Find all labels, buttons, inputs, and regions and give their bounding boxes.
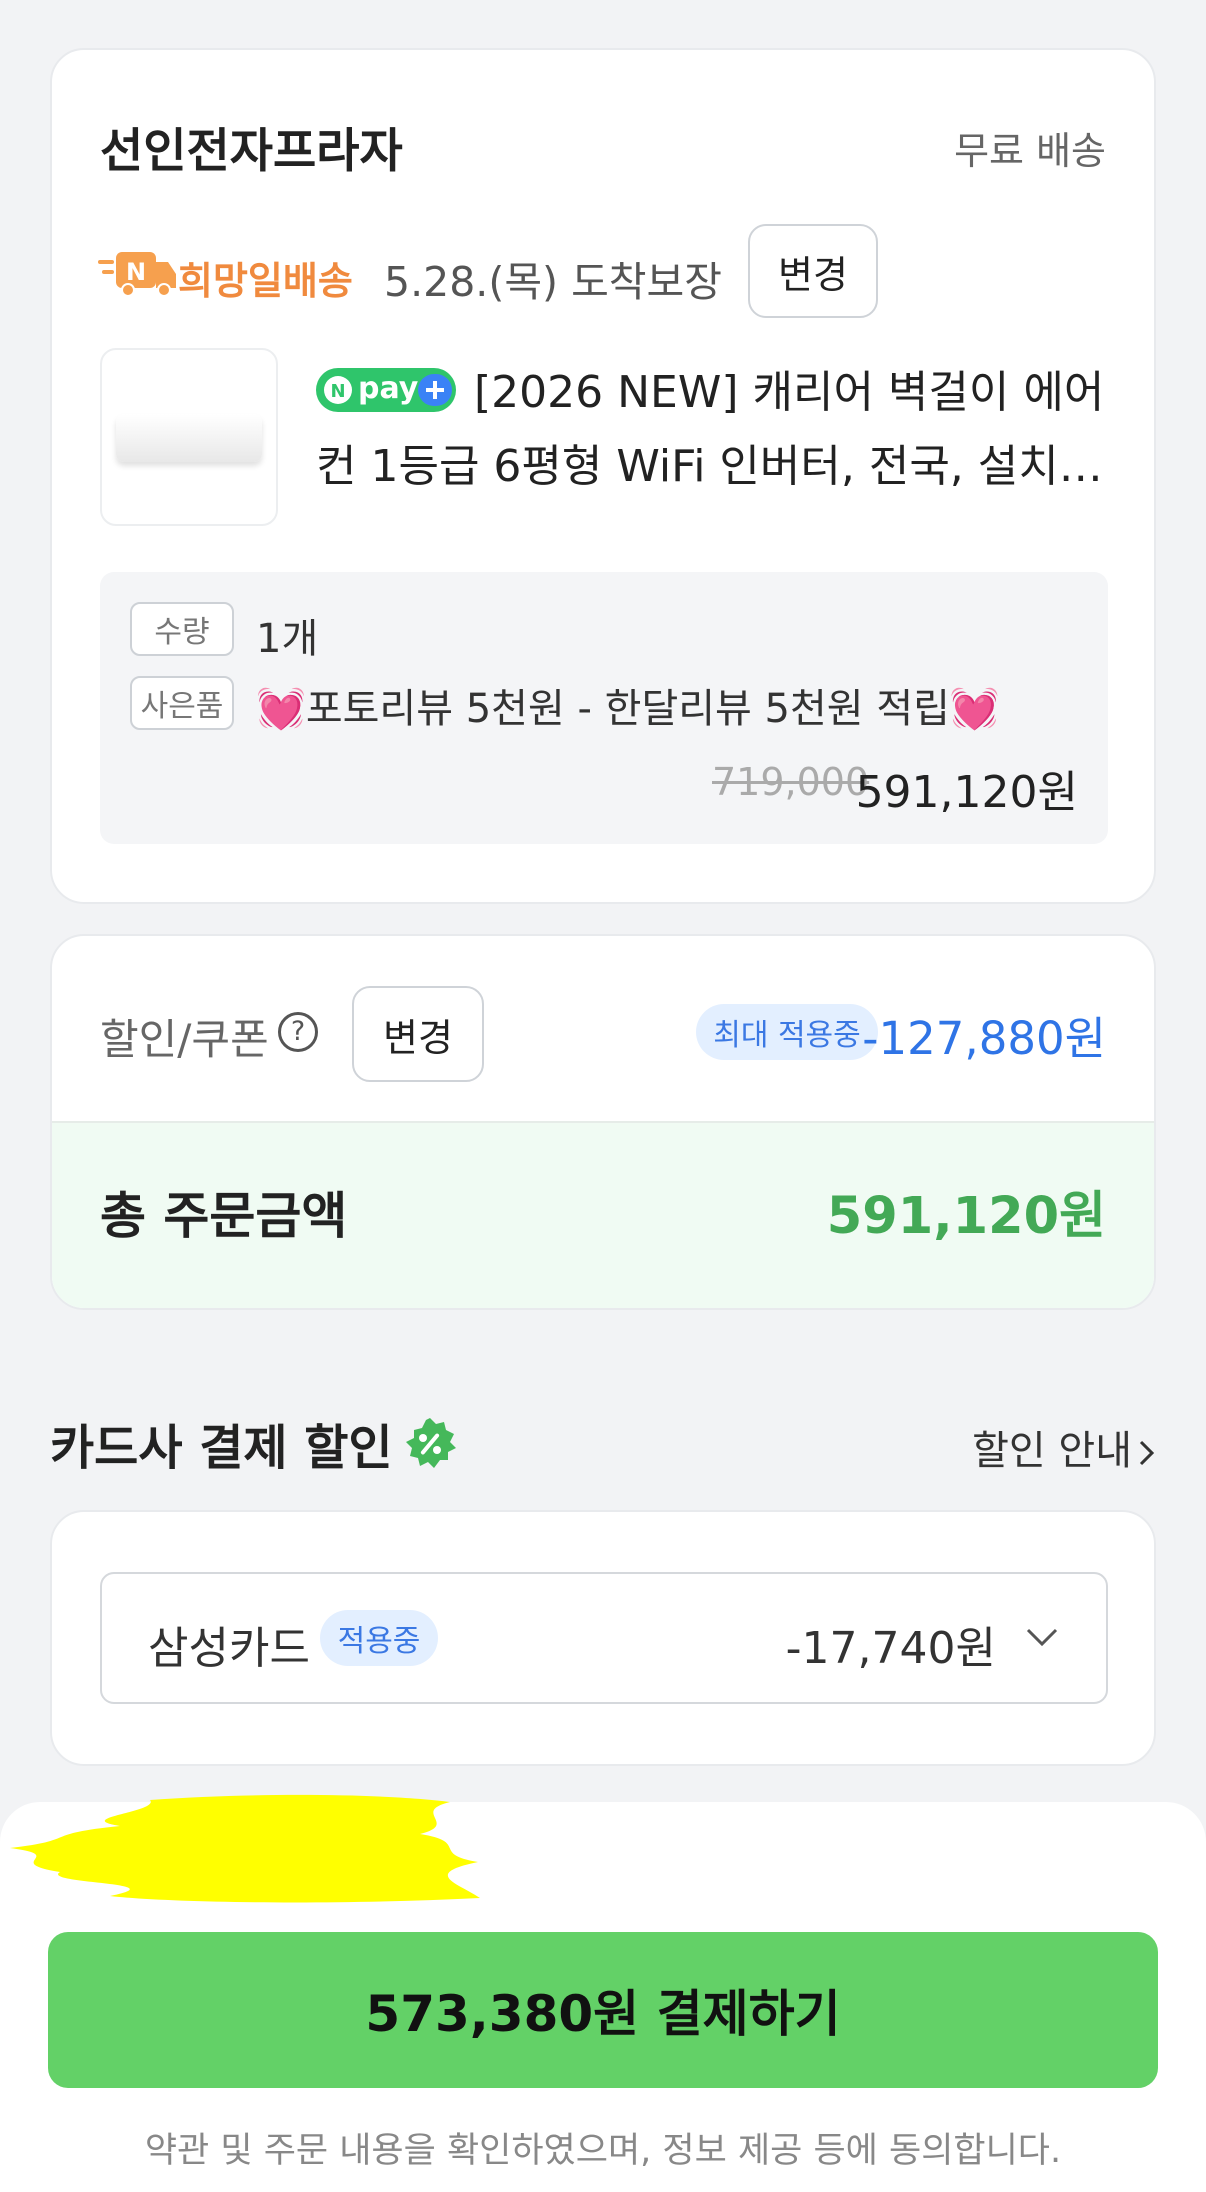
store-name: 선인전자프라자 [100, 124, 403, 179]
gift-description: 💓포토리뷰 5천원 - 한달리뷰 5천원 적립💓 [256, 676, 1000, 734]
agreement-text: 약관 및 주문 내용을 확인하였으며, 정보 제공 등에 동의합니다. [144, 2131, 1062, 2171]
card-discount-card: 삼성카드 적용중 -17,740원 [50, 1510, 1156, 1766]
discount-coupon-label: 할인/쿠폰 [100, 1015, 269, 1064]
gift-tag: 사은품 [130, 676, 234, 730]
arrival-guarantee: 5.28.(목) 도착보장 [384, 258, 722, 306]
max-applied-badge: 최대 적용중 [696, 1004, 878, 1060]
product-title-line2: 컨 1등급 6평형 WiFi 인버터, 전국, 설치… [316, 441, 1103, 492]
total-order-amount: 591,120원 [826, 1187, 1106, 1246]
air-conditioner-image [116, 414, 262, 462]
svg-text:N: N [126, 258, 146, 286]
discount-guide-link[interactable]: 할인 안내 [972, 1418, 1158, 1476]
card-name: 삼성카드 [148, 1623, 310, 1674]
order-product-card: 선인전자프라자 무료 배송 N 희망일배송 5.28.(목) 도착보장 변경 N… [50, 48, 1156, 904]
applied-badge: 적용중 [320, 1610, 438, 1666]
original-price: 719,000 [712, 760, 870, 804]
product-thumbnail[interactable] [100, 348, 278, 526]
pay-button[interactable]: 573,380원 결제하기 [48, 1932, 1158, 2088]
discount-amount: -127,880원 [862, 1012, 1106, 1065]
sale-price: 591,120원 [855, 767, 1078, 818]
product-title-line1: [2026 NEW] 캐리어 벽걸이 에어 [474, 367, 1105, 418]
hope-delivery-label: 희망일배송 [178, 259, 353, 303]
total-order-label: 총 주문금액 [100, 1187, 348, 1245]
coupon-change-button[interactable]: 변경 [352, 986, 484, 1082]
percent-badge-icon [406, 1418, 456, 1468]
quantity-value: 1개 [256, 616, 319, 662]
shipping-fee-label: 무료 배송 [954, 129, 1106, 173]
chevron-down-icon [1026, 1628, 1058, 1647]
gift-text: 포토리뷰 5천원 - 한달리뷰 5천원 적립 [305, 686, 950, 732]
card-select-dropdown[interactable]: 삼성카드 적용중 -17,740원 [100, 1572, 1108, 1704]
card-discount-amount: -17,740원 [785, 1623, 996, 1674]
quantity-tag: 수량 [130, 602, 234, 656]
product-title[interactable]: [2026 NEW] 캐리어 벽걸이 에어 컨 1등급 6평형 WiFi 인버터… [316, 356, 1116, 504]
heart-icon: 💓 [256, 686, 306, 732]
card-discount-title: 카드사 결제 할인 [50, 1420, 393, 1476]
heart-icon: 💓 [949, 686, 1000, 732]
delivery-truck-icon: N [98, 252, 176, 297]
delivery-change-button[interactable]: 변경 [748, 224, 878, 318]
discount-guide-label: 할인 안내 [972, 1428, 1132, 1474]
option-summary: 수량 1개 사은품 💓포토리뷰 5천원 - 한달리뷰 5천원 적립💓 719,0… [100, 572, 1108, 844]
help-icon[interactable]: ? [278, 1012, 318, 1052]
discount-total-card: 할인/쿠폰 ? 변경 최대 적용중 -127,880원 총 주문금액 591,1… [50, 934, 1156, 1310]
chevron-right-icon [1139, 1440, 1155, 1466]
yellow-scribble-redaction [10, 1794, 480, 1903]
